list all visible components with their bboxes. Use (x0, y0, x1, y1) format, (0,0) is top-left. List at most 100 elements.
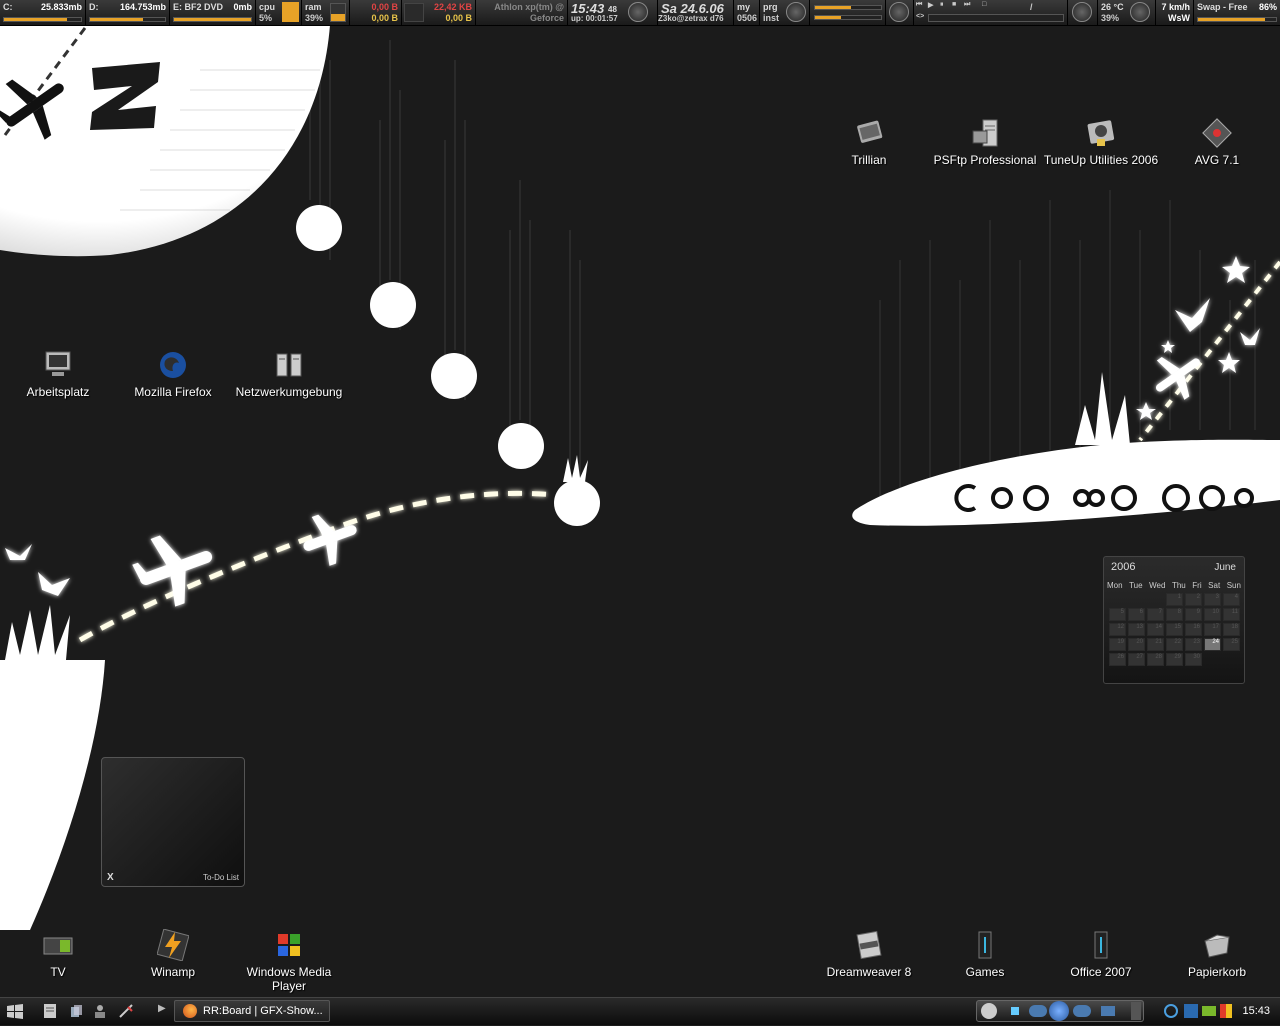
temperature-text: 26 °C (1101, 2, 1124, 12)
icon-label: Netzwerkumgebung (235, 385, 343, 399)
taskbar-clock[interactable]: 15:43 (1242, 1005, 1270, 1017)
desktop-icon-dreamweaver[interactable]: Dreamweaver 8 (811, 929, 927, 979)
server-icon (969, 117, 1001, 149)
calendar-day[interactable]: 19 (1109, 638, 1126, 651)
calendar-day[interactable]: 23 (1185, 638, 1202, 651)
windows-logo-icon (7, 1004, 23, 1019)
gauge-icon (628, 2, 648, 22)
desktop-icon-papierkorb[interactable]: Papierkorb (1159, 929, 1275, 979)
desktop-icon-office[interactable]: Office 2007 (1043, 929, 1159, 979)
quicklaunch-notes-icon[interactable] (42, 1003, 58, 1019)
calendar-day[interactable]: 8 (1166, 608, 1183, 621)
power-button[interactable] (886, 0, 914, 25)
icon-label: TuneUp Utilities 2006 (1043, 153, 1159, 167)
icon-label: AVG 7.1 (1194, 153, 1240, 167)
drive-e-bar (173, 17, 252, 22)
drive-d-bar (89, 17, 166, 22)
calendar-day[interactable]: 1 (1166, 593, 1183, 606)
icon-label: Trillian (851, 153, 887, 167)
next-track-icon[interactable]: ⏭ (964, 1, 970, 9)
weekday-label: Wed (1149, 581, 1166, 590)
calendar-day[interactable]: 18 (1223, 623, 1240, 636)
calendar-day[interactable]: 27 (1128, 653, 1145, 666)
calendar-day[interactable]: 20 (1128, 638, 1145, 651)
calendar-day[interactable]: 11 (1223, 608, 1240, 621)
wmp-prev-icon[interactable] (1029, 1005, 1047, 1017)
calendar-day[interactable]: 15 (1166, 623, 1183, 636)
time-seconds: 48 (608, 5, 617, 14)
desktop-icon-tv[interactable]: TV (0, 929, 116, 979)
quicklaunch-user-icon[interactable] (92, 1003, 108, 1019)
wmp-next-icon[interactable] (1073, 1005, 1091, 1017)
icon-label: TV (50, 965, 66, 979)
calendar-day[interactable]: 14 (1147, 623, 1164, 636)
wmp-restore-icon[interactable] (1131, 1002, 1141, 1020)
wind-speed: 7 km/h (1161, 2, 1190, 12)
security-tray-icon[interactable] (1220, 1004, 1232, 1018)
calendar-day[interactable]: 21 (1147, 638, 1164, 651)
calendar-day[interactable]: 29 (1166, 653, 1183, 666)
drive-e-label: E: BF2 DVD (173, 2, 224, 12)
calendar-day[interactable]: 30 (1185, 653, 1202, 666)
play-icon[interactable]: ▶ (928, 1, 933, 9)
desktop-icon-wmp[interactable]: Windows Media Player (231, 929, 347, 993)
driver-tray-icon[interactable] (1202, 1006, 1216, 1016)
desktop-icon-games[interactable]: Games (927, 929, 1043, 979)
calendar-day[interactable]: 7 (1147, 608, 1164, 621)
seek-bar[interactable] (928, 14, 1064, 22)
calendar-day[interactable]: 22 (1166, 638, 1183, 651)
quicklaunch-desktop-icon[interactable] (68, 1003, 84, 1019)
prg-counter: prg inst (760, 0, 810, 25)
drive-c-meter: C: 25.833mb (0, 0, 86, 25)
folder-icon (1085, 929, 1117, 961)
calendar-day[interactable]: 9 (1185, 608, 1202, 621)
desktop-icon-avg[interactable]: AVG 7.1 (1159, 117, 1275, 167)
stop-icon[interactable]: ■ (952, 1, 956, 8)
desktop-icon-psftp[interactable]: PSFtp Professional (927, 117, 1043, 167)
quicklaunch-tools-icon[interactable] (118, 1003, 134, 1019)
calendar-day[interactable]: 5 (1109, 608, 1126, 621)
prev-track-icon[interactable]: ⏮ (916, 1, 922, 9)
calendar-day[interactable]: 28 (1147, 653, 1164, 666)
desktop-icon-trillian[interactable]: Trillian (811, 117, 927, 167)
desktop-icon-netzwerk[interactable]: Netzwerkumgebung (231, 349, 347, 399)
desktop-icon-winamp[interactable]: Winamp (115, 928, 231, 979)
desktop-icon-firefox[interactable]: Mozilla Firefox (115, 349, 231, 399)
html-file-icon (853, 929, 885, 961)
calendar-day[interactable]: 12 (1109, 623, 1126, 636)
quicklaunch-expand-icon[interactable]: ▶ (158, 1003, 174, 1019)
start-button[interactable] (4, 1001, 26, 1021)
calendar-day[interactable]: 4 (1223, 593, 1240, 606)
wmp-volume-icon[interactable] (1101, 1006, 1115, 1016)
icon-label: Dreamweaver 8 (826, 965, 912, 979)
ram-label: ram (305, 2, 322, 12)
wmp-play-icon[interactable] (981, 1003, 997, 1019)
seek-back-icon[interactable]: <> (916, 13, 924, 20)
calendar-day[interactable]: 2 (1185, 593, 1202, 606)
calendar-day[interactable]: 6 (1128, 608, 1145, 621)
network-tray-icon[interactable] (1164, 1004, 1178, 1018)
open-icon[interactable]: □ (982, 1, 986, 8)
calendar-day[interactable]: 13 (1128, 623, 1145, 636)
calendar-day[interactable]: 17 (1204, 623, 1221, 636)
calendar-today[interactable]: 24 (1204, 638, 1221, 651)
desktop-icon-tuneup[interactable]: TuneUp Utilities 2006 (1043, 117, 1159, 167)
swap-meter: Swap - Free 86% (1194, 0, 1280, 25)
volume-tray-icon[interactable] (1184, 1004, 1198, 1018)
folder-icon (969, 929, 1001, 961)
calendar-day[interactable]: 3 (1204, 593, 1221, 606)
calendar-day[interactable]: 10 (1204, 608, 1221, 621)
globe-icon (157, 349, 189, 381)
pause-icon[interactable]: ⏸ (940, 1, 944, 9)
icon-label: Office 2007 (1070, 965, 1132, 979)
calendar-day[interactable]: 16 (1185, 623, 1202, 636)
calendar-day[interactable]: 26 (1109, 653, 1126, 666)
desktop-icon-arbeitsplatz[interactable]: Arbeitsplatz (0, 349, 116, 399)
gpu-model: Geforce (529, 13, 564, 23)
calendar-day[interactable]: 25 (1223, 638, 1240, 651)
wmp-stop-icon[interactable] (1011, 1007, 1019, 1015)
taskbar-button-firefox[interactable]: RR:Board | GFX-Show... (174, 1000, 330, 1022)
wmp-pause-icon[interactable] (1049, 1001, 1069, 1021)
todo-close-button[interactable]: X (107, 872, 114, 883)
weekday-label: Tue (1129, 581, 1143, 590)
